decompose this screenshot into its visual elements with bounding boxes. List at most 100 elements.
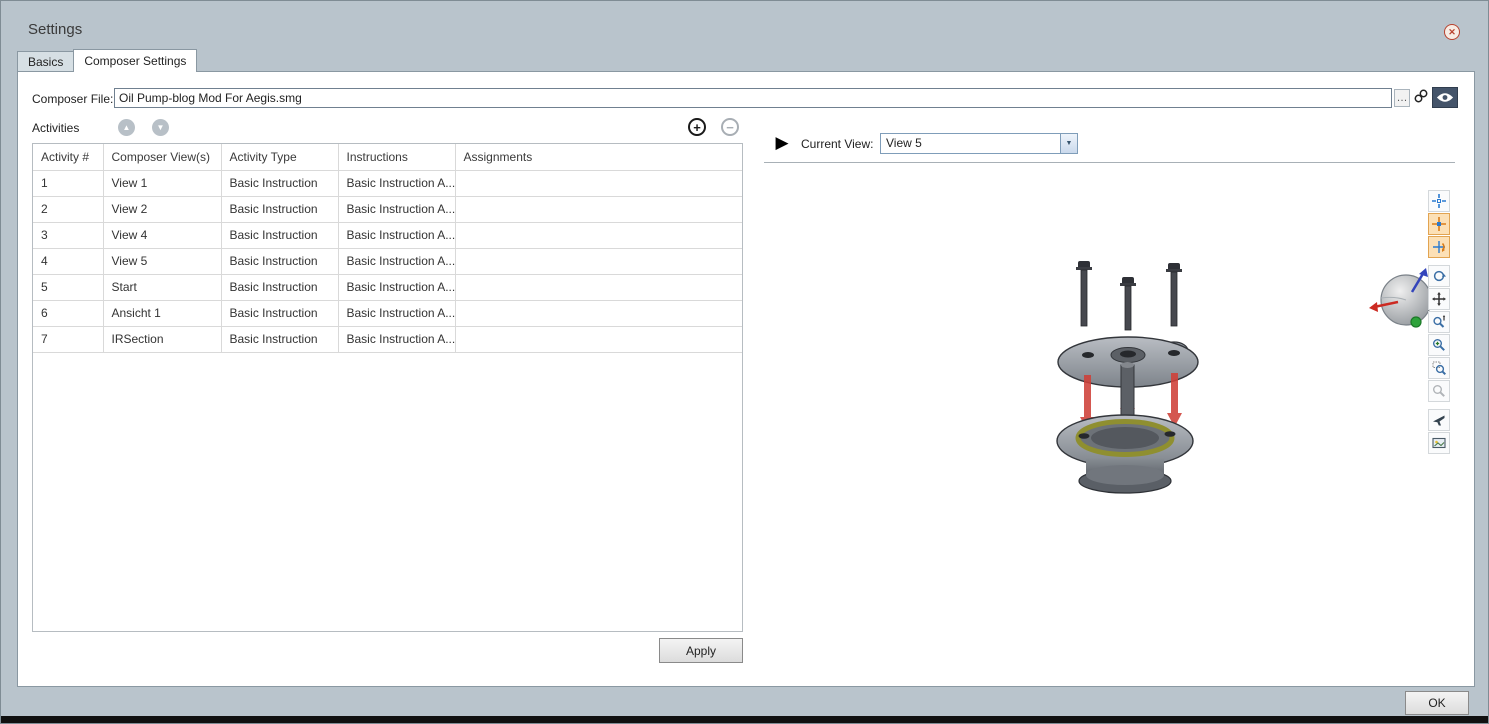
zoom-selection-button[interactable] xyxy=(1428,380,1450,402)
chevron-down-icon: ▼ xyxy=(1060,134,1077,153)
apply-button[interactable]: Apply xyxy=(659,638,743,663)
tab-bar: Basics Composer Settings xyxy=(17,49,196,72)
table-cell[interactable]: View 4 xyxy=(103,222,221,248)
table-cell[interactable] xyxy=(455,196,743,222)
table-cell[interactable]: Basic Instruction A... xyxy=(338,248,455,274)
table-cell[interactable]: 2 xyxy=(33,196,103,222)
pan-button[interactable] xyxy=(1428,288,1450,310)
crosshair-rotate-icon xyxy=(1432,240,1446,254)
table-cell[interactable]: Basic Instruction A... xyxy=(338,274,455,300)
ok-button[interactable]: OK xyxy=(1405,691,1469,715)
table-cell[interactable]: Basic Instruction A... xyxy=(338,326,455,352)
page-title: Settings xyxy=(28,21,82,38)
align-view-button[interactable] xyxy=(1428,190,1450,212)
zoom-in-icon xyxy=(1432,338,1446,352)
table-cell[interactable] xyxy=(455,248,743,274)
translate-axis-button[interactable] xyxy=(1428,213,1450,235)
photo-icon xyxy=(1432,436,1446,450)
table-row[interactable]: 7IRSectionBasic InstructionBasic Instruc… xyxy=(33,326,743,352)
table-row[interactable]: 4View 5Basic InstructionBasic Instructio… xyxy=(33,248,743,274)
window-bottom-edge xyxy=(1,716,1488,723)
tab-composer-settings[interactable]: Composer Settings xyxy=(73,49,197,72)
table-cell[interactable]: Basic Instruction xyxy=(221,326,338,352)
zoom-window-button[interactable] xyxy=(1428,357,1450,379)
table-header-row: Activity #Composer View(s)Activity TypeI… xyxy=(33,144,743,170)
arrow-down-icon: ▼ xyxy=(157,123,165,132)
crosshair-move-icon xyxy=(1432,217,1446,231)
table-cell[interactable]: View 1 xyxy=(103,170,221,196)
table-cell[interactable] xyxy=(455,326,743,352)
table-cell[interactable]: 1 xyxy=(33,170,103,196)
play-icon: ▶ xyxy=(775,133,788,152)
rotate-axis-button[interactable] xyxy=(1428,236,1450,258)
move-activity-down-button[interactable]: ▼ xyxy=(152,119,169,136)
table-row[interactable]: 1View 1Basic InstructionBasic Instructio… xyxy=(33,170,743,196)
bolt-middle xyxy=(1120,277,1136,330)
crosshair-dashed-icon xyxy=(1432,194,1446,208)
table-cell[interactable]: Basic Instruction A... xyxy=(338,170,455,196)
table-row[interactable]: 2View 2Basic InstructionBasic Instructio… xyxy=(33,196,743,222)
viewport-3d[interactable] xyxy=(764,168,1455,673)
table-cell[interactable]: 4 xyxy=(33,248,103,274)
table-cell[interactable] xyxy=(455,274,743,300)
table-cell[interactable]: View 2 xyxy=(103,196,221,222)
play-button[interactable]: ▶ xyxy=(771,132,793,154)
table-cell[interactable] xyxy=(455,222,743,248)
column-header[interactable]: Assignments xyxy=(455,144,743,170)
preview-eye-button[interactable] xyxy=(1432,87,1458,108)
zoom-button[interactable] xyxy=(1428,311,1450,333)
table-cell[interactable]: Ansicht 1 xyxy=(103,300,221,326)
remove-activity-button[interactable]: − xyxy=(721,118,739,136)
table-cell[interactable]: Basic Instruction xyxy=(221,222,338,248)
table-cell[interactable]: Basic Instruction xyxy=(221,300,338,326)
orbit-button[interactable] xyxy=(1428,265,1450,287)
composer-settings-panel: Composer File: … Activities ▲ ▼ + − xyxy=(17,71,1475,687)
zoom-in-button[interactable] xyxy=(1428,334,1450,356)
table-cell[interactable]: 5 xyxy=(33,274,103,300)
current-view-dropdown[interactable]: View 5 ▼ xyxy=(880,133,1078,154)
current-view-label: Current View: xyxy=(801,137,873,151)
table-cell[interactable]: 6 xyxy=(33,300,103,326)
add-activity-button[interactable]: + xyxy=(688,118,706,136)
table-row[interactable]: 6Ansicht 1Basic InstructionBasic Instruc… xyxy=(33,300,743,326)
table-cell[interactable]: 3 xyxy=(33,222,103,248)
table-cell[interactable]: Basic Instruction xyxy=(221,170,338,196)
column-header[interactable]: Activity # xyxy=(33,144,103,170)
current-view-value: View 5 xyxy=(881,134,1060,153)
link-icon xyxy=(1413,88,1429,104)
table-row[interactable]: 5StartBasic InstructionBasic Instruction… xyxy=(33,274,743,300)
tab-basics[interactable]: Basics xyxy=(17,51,74,72)
composer-file-label: Composer File: xyxy=(32,92,113,106)
composer-file-input[interactable] xyxy=(114,88,1392,108)
column-header[interactable]: Composer View(s) xyxy=(103,144,221,170)
orbit-icon xyxy=(1432,269,1446,283)
bolt-right xyxy=(1166,263,1182,326)
browse-button[interactable]: … xyxy=(1394,89,1410,107)
table-cell[interactable]: 7 xyxy=(33,326,103,352)
table-cell[interactable]: Basic Instruction A... xyxy=(338,300,455,326)
table-cell[interactable]: Basic Instruction A... xyxy=(338,196,455,222)
table-row[interactable]: 3View 4Basic InstructionBasic Instructio… xyxy=(33,222,743,248)
close-icon[interactable]: ✕ xyxy=(1444,24,1460,40)
table-cell[interactable]: Basic Instruction xyxy=(221,248,338,274)
table-cell[interactable]: IRSection xyxy=(103,326,221,352)
fly-through-button[interactable] xyxy=(1428,409,1450,431)
table-cell[interactable]: Start xyxy=(103,274,221,300)
view-tools-toolbar xyxy=(1428,190,1451,454)
snapshot-button[interactable] xyxy=(1428,432,1450,454)
table-cell[interactable]: Basic Instruction A... xyxy=(338,222,455,248)
table-cell[interactable] xyxy=(455,300,743,326)
link-file-button[interactable] xyxy=(1412,87,1430,108)
column-header[interactable]: Instructions xyxy=(338,144,455,170)
pump-base xyxy=(1079,457,1171,493)
table-cell[interactable]: Basic Instruction xyxy=(221,274,338,300)
settings-window: Settings ✕ Basics Composer Settings Comp… xyxy=(0,0,1489,724)
airplane-icon xyxy=(1432,413,1446,427)
table-cell[interactable] xyxy=(455,170,743,196)
table-cell[interactable]: Basic Instruction xyxy=(221,196,338,222)
column-header[interactable]: Activity Type xyxy=(221,144,338,170)
table-cell[interactable]: View 5 xyxy=(103,248,221,274)
eye-icon xyxy=(1436,92,1454,103)
axis-y-green xyxy=(1411,317,1421,327)
move-activity-up-button[interactable]: ▲ xyxy=(118,119,135,136)
